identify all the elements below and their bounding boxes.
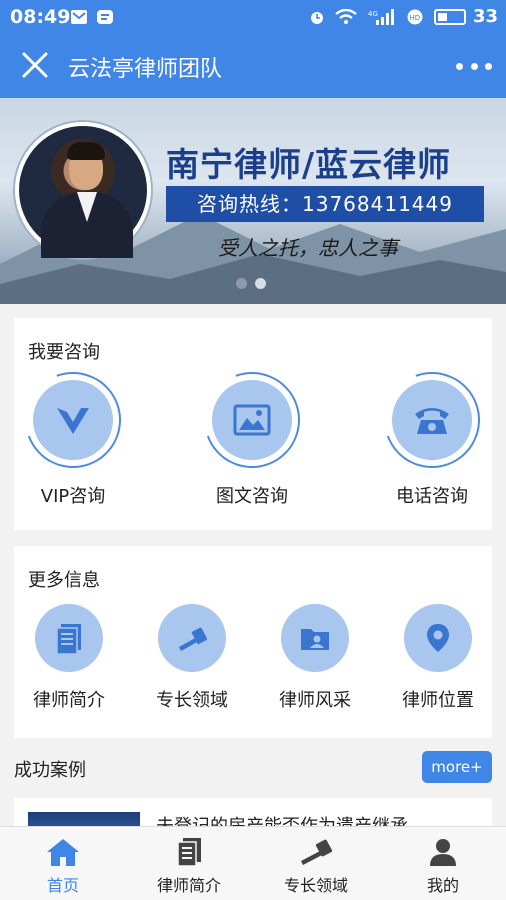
telephone-icon bbox=[415, 408, 449, 434]
mail-icon bbox=[71, 10, 87, 24]
message-icon bbox=[97, 10, 113, 24]
vip-consult-label: VIP咨询 bbox=[40, 486, 106, 507]
battery-percent: 33 bbox=[472, 6, 498, 27]
dot-icon bbox=[470, 62, 478, 70]
user-icon bbox=[430, 839, 456, 866]
battery-icon bbox=[434, 9, 466, 25]
more-info-section: 更多信息 律师简介 专长领域 律师风采 律师位置 bbox=[14, 546, 492, 738]
tab-label: 我的 bbox=[426, 876, 459, 895]
alarm-icon bbox=[311, 12, 323, 24]
expertise-button[interactable]: 专长领域 bbox=[137, 604, 247, 712]
lawyer-gallery-button[interactable]: 律师风采 bbox=[260, 604, 370, 712]
lawyer-location-label: 律师位置 bbox=[402, 690, 474, 711]
dot-icon bbox=[456, 62, 463, 70]
svg-text:HD: HD bbox=[410, 14, 421, 22]
section-title: 我要咨询 bbox=[28, 342, 100, 363]
hd-icon: HD bbox=[407, 9, 423, 25]
lawyer-location-button[interactable]: 律师位置 bbox=[383, 604, 493, 712]
svg-text:4G: 4G bbox=[368, 10, 378, 18]
tab-lawyer-profile[interactable]: 律师简介 bbox=[126, 827, 252, 900]
consult-section: 我要咨询 VIP咨询 图文咨询 电话咨询 bbox=[9, 318, 496, 530]
banner-slogan: 受人之托，忠人之事 bbox=[218, 236, 398, 260]
document-icon bbox=[56, 624, 81, 655]
gavel-icon bbox=[301, 839, 333, 865]
vip-icon bbox=[57, 408, 89, 434]
tab-home[interactable]: 首页 bbox=[0, 827, 126, 900]
close-icon[interactable] bbox=[20, 50, 50, 80]
lawyer-profile-button[interactable]: 律师简介 bbox=[14, 604, 124, 712]
dot-icon bbox=[485, 62, 492, 70]
tab-label: 律师简介 bbox=[156, 876, 221, 895]
lawyer-profile-label: 律师简介 bbox=[33, 690, 105, 711]
status-time: 08:49 bbox=[10, 6, 71, 28]
gavel-icon bbox=[179, 627, 208, 651]
tab-label: 首页 bbox=[46, 876, 79, 895]
tab-expertise[interactable]: 专长领域 bbox=[253, 827, 379, 900]
tab-mine[interactable]: 我的 bbox=[380, 827, 506, 900]
image-icon bbox=[233, 404, 271, 436]
bottom-tab-bar: 首页 律师简介 专长领域 我的 bbox=[0, 826, 506, 900]
wifi-icon bbox=[335, 9, 357, 24]
status-bar: 08:49 4G HD 33 bbox=[0, 0, 506, 34]
more-cases-button[interactable]: more+ bbox=[422, 751, 492, 783]
section-title: 更多信息 bbox=[28, 570, 100, 591]
page-title: 云法亭律师团队 bbox=[68, 57, 223, 82]
cases-section-title: 成功案例 bbox=[14, 760, 86, 781]
vip-consult-button[interactable]: VIP咨询 bbox=[3, 356, 143, 508]
document-icon bbox=[177, 838, 201, 867]
image-text-consult-button[interactable]: 图文咨询 bbox=[182, 356, 322, 508]
location-pin-icon bbox=[427, 624, 449, 652]
more-options-button[interactable] bbox=[456, 52, 492, 80]
banner-carousel[interactable]: 南宁律师/蓝云律师 咨询热线：13768411449 受人之托，忠人之事 bbox=[0, 98, 506, 304]
lawyer-portrait bbox=[15, 122, 151, 258]
nav-bar: 云法亭律师团队 bbox=[0, 34, 506, 98]
tab-label: 专长领域 bbox=[283, 876, 348, 895]
folder-icon bbox=[301, 629, 329, 650]
image-text-consult-label: 图文咨询 bbox=[216, 486, 288, 507]
signal-icon: 4G bbox=[368, 9, 394, 25]
phone-consult-button[interactable]: 电话咨询 bbox=[362, 356, 502, 508]
home-icon bbox=[47, 839, 79, 866]
carousel-dot[interactable] bbox=[236, 278, 247, 289]
expertise-label: 专长领域 bbox=[156, 690, 228, 711]
lawyer-gallery-label: 律师风采 bbox=[279, 690, 351, 711]
carousel-indicator bbox=[236, 278, 266, 289]
carousel-dot-active[interactable] bbox=[255, 278, 266, 289]
banner-headline: 南宁律师/蓝云律师 bbox=[166, 145, 452, 184]
phone-consult-label: 电话咨询 bbox=[396, 486, 468, 507]
banner-hotline: 咨询热线：13768411449 bbox=[166, 186, 484, 222]
